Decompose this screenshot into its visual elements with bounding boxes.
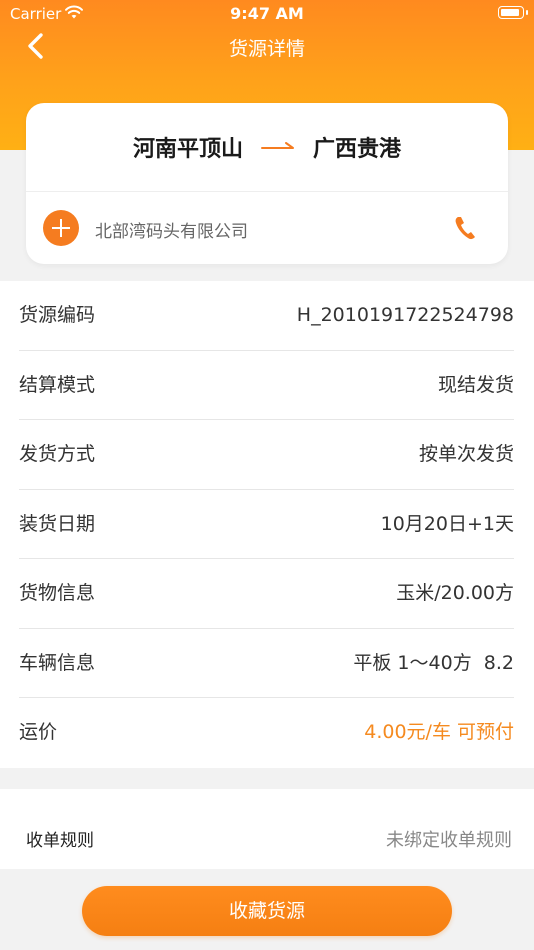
detail-label: 运价 (19, 721, 58, 743)
route-card: 河南平顶山 广西贵港 北部湾码头有限公司 (26, 103, 508, 264)
status-time: 9:47 AM (230, 4, 304, 23)
collect-button[interactable]: 收藏货源 (82, 886, 452, 936)
receipt-rules-row[interactable]: 收单规则 未绑定收单规则 (0, 789, 534, 869)
detail-label: 货物信息 (19, 582, 96, 604)
company-name: 北部湾码头有限公司 (95, 222, 248, 242)
detail-value: H_2010191722524798 (296, 304, 514, 326)
add-icon[interactable] (43, 210, 79, 246)
shipment-details: 货源编码 H_2010191722524798 结算模式 现结发货 发货方式 按… (0, 281, 534, 768)
detail-value: 平板 1～40方 8.2 (353, 651, 514, 674)
detail-label: 发货方式 (19, 443, 96, 465)
destination-city: 广西贵港 (313, 137, 402, 162)
detail-row-code: 货源编码 H_2010191722524798 (19, 281, 514, 351)
detail-label: 装货日期 (19, 512, 96, 535)
detail-row-settlement: 结算模式 现结发货 (19, 351, 514, 420)
detail-value: 按单次发货 (418, 443, 514, 465)
origin-city: 河南平顶山 (132, 137, 243, 162)
status-bar: Carrier 9:47 AM (0, 0, 534, 28)
company-row: 北部湾码头有限公司 (26, 192, 508, 264)
detail-label: 货源编码 (19, 304, 96, 326)
detail-row-vehicle: 车辆信息 平板 1～40方 8.2 (19, 629, 514, 698)
detail-value: 10月20日+1天 (380, 512, 514, 535)
route-summary: 河南平顶山 广西贵港 (26, 103, 508, 191)
detail-row-freight: 运价 4.00元/车 可预付 (19, 698, 514, 768)
detail-label: 车辆信息 (19, 651, 96, 674)
detail-value: 现结发货 (437, 373, 514, 396)
battery-icon (498, 6, 528, 19)
bottom-action-bar: 收藏货源 (0, 869, 534, 950)
detail-value: 玉米/20.00方 (396, 582, 514, 604)
freight-price: 4.00元/车 可预付 (364, 721, 514, 743)
phone-icon[interactable] (452, 214, 478, 242)
page-title: 货源详情 (228, 38, 305, 60)
detail-label: 结算模式 (19, 373, 96, 396)
detail-row-cargo: 货物信息 玉米/20.00方 (19, 559, 514, 629)
detail-row-loading-date: 装货日期 10月20日+1天 (19, 490, 514, 559)
detail-row-shipping-method: 发货方式 按单次发货 (19, 420, 514, 490)
route-arrow-icon (261, 142, 294, 149)
